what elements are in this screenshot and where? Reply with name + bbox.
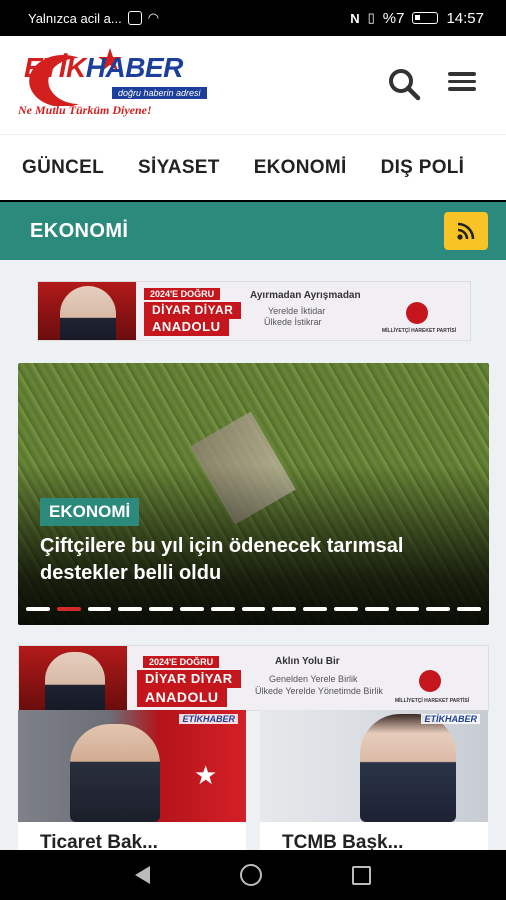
slider-dot[interactable] — [395, 607, 420, 611]
banner-headline-2: ANADOLU — [144, 318, 229, 336]
logo-slogan: Ne Mutlu Türküm Diyene! — [18, 103, 152, 117]
logo-etik: ETİK — [24, 52, 86, 83]
news-card-title[interactable]: Ticaret Bak... — [40, 832, 158, 850]
slider-dot[interactable] — [26, 607, 50, 611]
slider-dot[interactable] — [56, 607, 81, 611]
news-card-image: ★ ETİKHABER — [18, 710, 246, 822]
featured-category-tag[interactable]: EKONOMİ — [40, 498, 140, 526]
banner-photo — [38, 282, 136, 340]
party-name: MİLLİYETÇİ HAREKET PARTİSİ — [395, 698, 470, 704]
banner-year-badge: 2024'E DOĞRU — [144, 288, 221, 300]
featured-title[interactable]: Çiftçilere bu yıl için ödenecek tarımsal… — [40, 533, 470, 587]
battery-percent: %7 — [382, 9, 405, 27]
vibrate-icon: ▯ — [367, 10, 375, 25]
card-logo: ETİKHABER — [179, 714, 238, 724]
nfc-icon: N — [350, 10, 360, 26]
slider-dot[interactable] — [333, 607, 358, 611]
category-nav: GÜNCEL SİYASET EKONOMİ DIŞ POLİ — [0, 134, 506, 200]
slider-dot[interactable] — [118, 607, 143, 611]
logo-tagline: doğru haberin adresi — [112, 87, 207, 99]
banner-headline-2: ANADOLU — [137, 688, 227, 707]
content-area: 2024'E DOĞRU DİYAR DİYAR ANADOLU Ayırmad… — [0, 260, 506, 850]
party-logo-icon — [406, 302, 428, 324]
slider-dot[interactable] — [241, 607, 266, 611]
news-card-person — [360, 714, 456, 822]
card-logo: ETİKHABER — [421, 714, 480, 724]
banner-year-badge: 2024'E DOĞRU — [143, 656, 220, 668]
app-header: ETİKHABER doğru haberin adresi Ne Mutlu … — [0, 36, 506, 134]
menu-icon — [448, 72, 476, 76]
category-tab-ekonomi[interactable]: EKONOMİ — [254, 157, 347, 179]
slider-dot[interactable] — [364, 607, 389, 611]
news-card[interactable]: ★ ETİKHABER Ticaret Bak... — [18, 710, 246, 850]
featured-slider[interactable]: EKONOMİ Çiftçilere bu yıl için ödenecek … — [18, 363, 489, 625]
banner-line-2: Geneldеn Yerele Birlik — [269, 674, 358, 684]
back-icon[interactable] — [135, 866, 150, 884]
banner-line-3: Ülkede İstikrar — [264, 317, 322, 327]
slider-dots — [26, 607, 481, 611]
category-tab-dis-politika[interactable]: DIŞ POLİ — [381, 157, 465, 179]
section-header: EKONOMİ — [0, 202, 506, 260]
news-card-title[interactable]: TCMB Bașk... — [282, 832, 403, 850]
status-left: Yalnızca acil a... ◠ — [28, 10, 159, 26]
banner-ad-second[interactable]: 2024'E DOĞRU DİYAR DİYAR ANADOLU Aklın Y… — [18, 645, 489, 711]
banner-line-3: Ülkede Yerelde Yönetimde Birlik — [255, 686, 383, 696]
rss-button[interactable] — [444, 212, 488, 250]
banner-line-1: Ayırmadan Ayrışmadan — [250, 290, 361, 301]
slider-dot[interactable] — [87, 607, 112, 611]
party-logo-icon — [419, 670, 441, 692]
menu-button[interactable] — [448, 68, 480, 98]
banner-headline-1: DİYAR DİYAR — [144, 302, 242, 319]
slider-dot[interactable] — [149, 607, 173, 611]
status-bar: Yalnızca acil a... ◠ N ▯ %7 14:57 — [0, 0, 506, 36]
rss-icon — [457, 222, 475, 240]
home-icon[interactable] — [240, 864, 262, 886]
slider-dot[interactable] — [457, 607, 481, 611]
slider-dot[interactable] — [179, 607, 204, 611]
notification-icon — [127, 11, 142, 25]
logo-text: ETİKHABER — [24, 52, 183, 84]
news-card-person — [70, 724, 160, 822]
banner-photo — [19, 646, 127, 710]
section-title: EKONOMİ — [30, 219, 129, 242]
banner-line-1: Aklın Yolu Bir — [275, 656, 340, 667]
banner-person — [45, 652, 105, 710]
banner-ad-top[interactable]: 2024'E DOĞRU DİYAR DİYAR ANADOLU Ayırmad… — [37, 281, 471, 341]
search-button[interactable] — [386, 66, 422, 102]
banner-person — [60, 286, 116, 340]
battery-icon — [412, 12, 439, 24]
slider-dot[interactable] — [210, 607, 235, 611]
category-tab-guncel[interactable]: GÜNCEL — [22, 157, 104, 179]
system-nav-bar — [0, 850, 506, 900]
recent-apps-icon[interactable] — [352, 865, 371, 885]
banner-line-2: Yerelde İktidar — [268, 306, 326, 316]
party-name: MİLLİYETÇİ HAREKET PARTİSİ — [382, 328, 457, 334]
news-card[interactable]: ETİKHABER TCMB Bașk... — [260, 710, 488, 850]
notification-text: Yalnızca acil a... — [28, 10, 122, 26]
logo-haber: HABER — [85, 52, 184, 83]
slider-dot[interactable] — [426, 607, 451, 611]
slider-dot[interactable] — [303, 607, 327, 611]
category-tab-siyaset[interactable]: SİYASET — [138, 157, 220, 179]
slider-dot[interactable] — [272, 607, 297, 611]
flag-star-icon: ★ — [194, 760, 218, 790]
status-right: N ▯ %7 14:57 — [350, 10, 484, 27]
wifi-icon: ◠ — [147, 10, 160, 25]
search-icon — [389, 69, 421, 101]
news-card-image: ETİKHABER — [260, 710, 488, 822]
banner-headline-1: DİYAR DİYAR — [137, 670, 241, 688]
clock: 14:57 — [446, 9, 484, 27]
